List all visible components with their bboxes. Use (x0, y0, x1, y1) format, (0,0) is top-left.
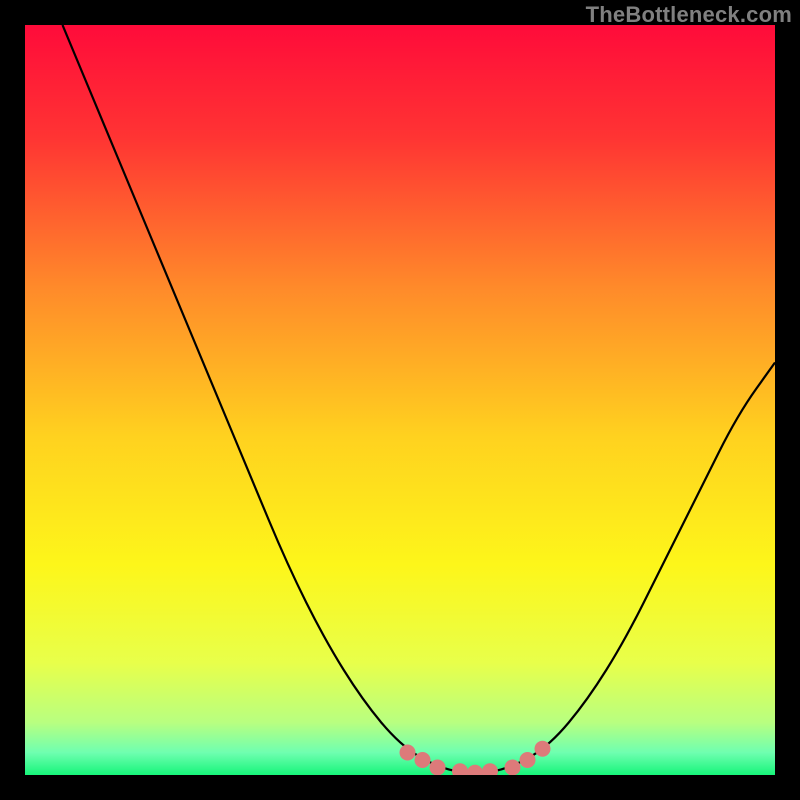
plot-area (25, 25, 775, 775)
marker-dot (430, 760, 446, 776)
marker-dot (505, 760, 521, 776)
marker-dot (535, 741, 551, 757)
marker-dot (520, 752, 536, 768)
gradient-background (25, 25, 775, 775)
marker-dot (400, 745, 416, 761)
chart-container: TheBottleneck.com (0, 0, 800, 800)
chart-svg (25, 25, 775, 775)
marker-dot (415, 752, 431, 768)
